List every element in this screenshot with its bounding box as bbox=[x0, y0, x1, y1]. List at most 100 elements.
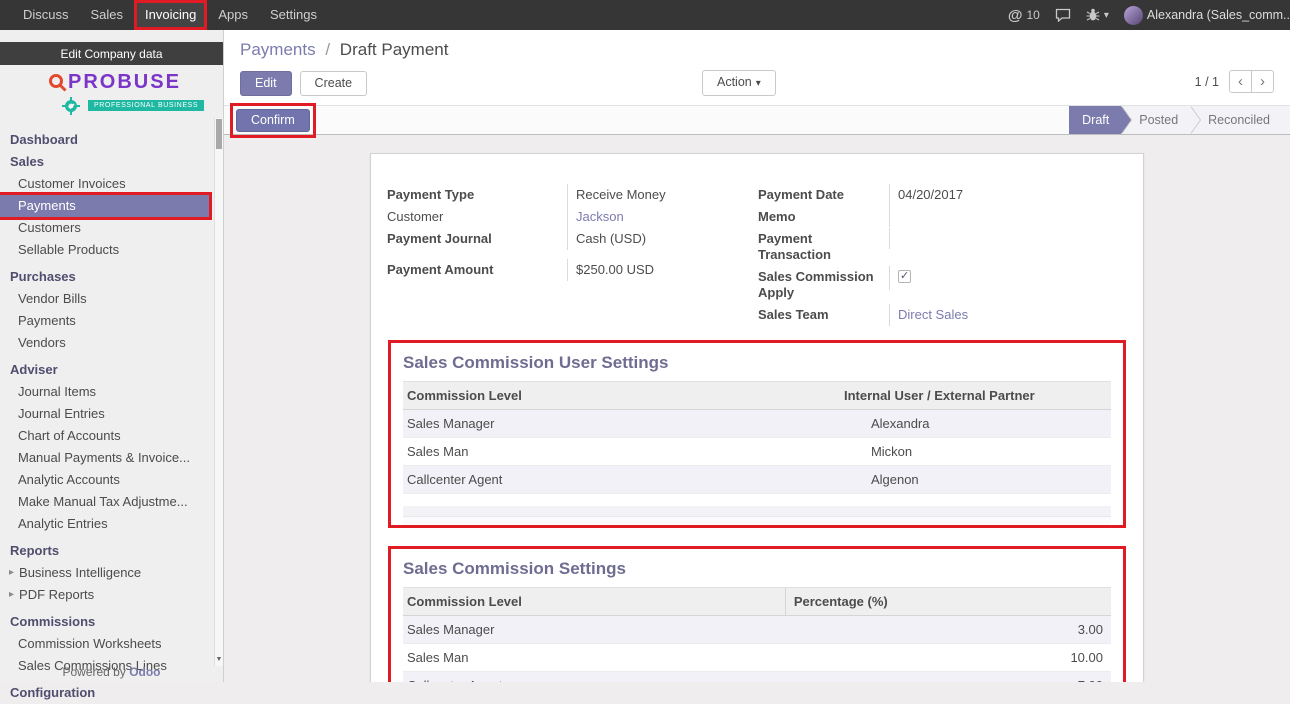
menu-sales[interactable]: Sales bbox=[80, 0, 135, 30]
sidebar-header-purchases[interactable]: Purchases bbox=[0, 266, 209, 288]
sidebar-item-business-intelligence[interactable]: ▸ Business Intelligence bbox=[0, 562, 209, 584]
user-name: Alexandra (Sales_comm.. bbox=[1147, 8, 1290, 22]
field-value-payment-transaction bbox=[889, 228, 1127, 249]
sidebar-item-chart-of-accounts[interactable]: Chart of Accounts bbox=[0, 425, 209, 447]
sales-commission-apply-checkbox[interactable]: ✓ bbox=[898, 270, 911, 283]
create-button[interactable]: Create bbox=[300, 71, 368, 96]
user-menu[interactable]: Alexandra (Sales_comm.. bbox=[1124, 6, 1290, 25]
sidebar-item-dashboard[interactable]: Dashboard bbox=[0, 129, 209, 151]
field-value-payment-journal: Cash (USD) bbox=[567, 228, 742, 250]
field-label-memo: Memo bbox=[758, 206, 889, 228]
pager-next-button[interactable]: › bbox=[1251, 70, 1274, 93]
edit-button[interactable]: Edit bbox=[240, 71, 292, 96]
column-header-internal-user[interactable]: Internal User / External Partner bbox=[842, 382, 1111, 410]
customer-link[interactable]: Jackson bbox=[576, 209, 624, 224]
menu-invoicing[interactable]: Invoicing bbox=[134, 0, 207, 30]
sidebar-item-journal-entries[interactable]: Journal Entries bbox=[0, 403, 209, 425]
table-row[interactable]: Sales Manager Alexandra bbox=[403, 410, 1111, 438]
sales-team-link[interactable]: Direct Sales bbox=[898, 307, 968, 322]
pager-previous-button[interactable]: ‹ bbox=[1229, 70, 1252, 93]
activity-count: 10 bbox=[1026, 8, 1039, 22]
field-label-payment-amount: Payment Amount bbox=[387, 259, 567, 281]
odoo-link[interactable]: Odoo bbox=[129, 665, 160, 679]
edit-company-data-button[interactable]: Edit Company data bbox=[0, 42, 223, 65]
sidebar-header-configuration[interactable]: Configuration bbox=[0, 682, 209, 704]
table-row[interactable]: Callcenter Agent 7.00 bbox=[403, 672, 1111, 683]
sidebar-item-pdf-reports[interactable]: ▸ PDF Reports bbox=[0, 584, 209, 606]
control-panel: Payments / Draft Payment Edit Create Act… bbox=[224, 30, 1290, 105]
field-value-payment-type: Receive Money bbox=[567, 184, 742, 206]
sidebar-header-reports[interactable]: Reports bbox=[0, 540, 209, 562]
sidebar-item-purchases-payments[interactable]: Payments bbox=[0, 310, 209, 332]
sidebar-header-sales[interactable]: Sales bbox=[0, 151, 209, 173]
field-value-memo bbox=[889, 206, 1127, 227]
sidebar-item-payments[interactable]: Payments bbox=[0, 195, 209, 217]
field-label-sales-commission-apply: Sales Commission Apply bbox=[758, 266, 889, 304]
sidebar-item-analytic-accounts[interactable]: Analytic Accounts bbox=[0, 469, 209, 491]
column-header-commission-level[interactable]: Commission Level bbox=[403, 588, 785, 616]
main-content: Payments / Draft Payment Edit Create Act… bbox=[224, 30, 1290, 682]
menu-settings[interactable]: Settings bbox=[259, 0, 328, 30]
sidebar-item-manual-payments[interactable]: Manual Payments & Invoice... bbox=[0, 447, 209, 469]
payment-form: Payment Type Receive Money Customer Jack… bbox=[387, 184, 1127, 326]
column-header-commission-level[interactable]: Commission Level bbox=[403, 382, 842, 410]
menu-discuss[interactable]: Discuss bbox=[12, 0, 80, 30]
form-statusbar: Confirm Draft Posted Reconciled bbox=[224, 105, 1290, 135]
commission-settings-table: Commission Level Percentage (%) Sales Ma… bbox=[403, 587, 1111, 682]
status-step-reconciled[interactable]: Reconciled bbox=[1190, 106, 1290, 134]
sidebar-item-vendors[interactable]: Vendors bbox=[0, 332, 209, 354]
sidebar-item-customers[interactable]: Customers bbox=[0, 217, 209, 239]
cell-percentage: 10.00 bbox=[785, 644, 1111, 672]
activities-button[interactable]: @ 10 bbox=[1008, 7, 1040, 24]
field-value-payment-amount: $250.00 USD bbox=[567, 259, 742, 281]
sidebar-header-adviser[interactable]: Adviser bbox=[0, 359, 209, 381]
sidebar-item-tax-adjustments[interactable]: Make Manual Tax Adjustme... bbox=[0, 491, 209, 513]
activities-icon: @ bbox=[1008, 7, 1023, 24]
cell-commission-level: Sales Manager bbox=[403, 410, 842, 438]
checkmark-icon: ✓ bbox=[900, 268, 909, 284]
magnifier-icon bbox=[48, 73, 68, 93]
field-label-sales-team: Sales Team bbox=[758, 304, 889, 326]
sidebar-item-analytic-entries[interactable]: Analytic Entries bbox=[0, 513, 209, 535]
action-dropdown-button[interactable]: Action ▾ bbox=[702, 70, 776, 96]
company-logo[interactable]: PROBUSE PROFESSIONAL BUSINESS bbox=[0, 69, 223, 121]
column-header-percentage[interactable]: Percentage (%) bbox=[785, 588, 1111, 616]
powered-by-text: Powered by bbox=[62, 665, 125, 679]
scrollbar-thumb[interactable] bbox=[216, 119, 222, 149]
field-label-customer: Customer bbox=[387, 206, 567, 228]
sidebar-header-commissions[interactable]: Commissions bbox=[0, 611, 209, 633]
sidebar-item-label: Business Intelligence bbox=[19, 565, 141, 580]
caret-down-icon: ▾ bbox=[756, 78, 761, 89]
confirm-button[interactable]: Confirm bbox=[236, 109, 310, 132]
bug-icon bbox=[1086, 8, 1100, 22]
sidebar-item-journal-items[interactable]: Journal Items bbox=[0, 381, 209, 403]
table-row[interactable]: Callcenter Agent Algenon bbox=[403, 466, 1111, 494]
table-row[interactable]: Sales Man Mickon bbox=[403, 438, 1111, 466]
table-row[interactable]: Sales Manager 3.00 bbox=[403, 616, 1111, 644]
sidebar-scrollbar[interactable]: ▼ bbox=[214, 118, 223, 666]
pager-value: 1 / 1 bbox=[1195, 75, 1219, 89]
cell-user: Algenon bbox=[842, 466, 1111, 494]
menu-apps[interactable]: Apps bbox=[207, 0, 259, 30]
chat-icon bbox=[1055, 8, 1071, 22]
field-label-payment-type: Payment Type bbox=[387, 184, 567, 206]
sidebar-item-customer-invoices[interactable]: Customer Invoices bbox=[0, 173, 209, 195]
sidebar-item-vendor-bills[interactable]: Vendor Bills bbox=[0, 288, 209, 310]
field-label-payment-date: Payment Date bbox=[758, 184, 889, 206]
debug-menu-button[interactable]: ▾ bbox=[1086, 8, 1109, 22]
messages-button[interactable] bbox=[1055, 8, 1071, 22]
expand-caret-icon: ▸ bbox=[9, 589, 14, 600]
cell-percentage: 3.00 bbox=[785, 616, 1111, 644]
topbar-systray: @ 10 ▾ Alexandra (Sales_comm.. bbox=[1008, 0, 1290, 30]
breadcrumb: Payments / Draft Payment bbox=[240, 40, 1274, 60]
cell-commission-level: Callcenter Agent bbox=[403, 672, 785, 683]
scroll-down-icon[interactable]: ▼ bbox=[215, 654, 223, 666]
sidebar-item-sellable-products[interactable]: Sellable Products bbox=[0, 239, 209, 261]
breadcrumb-separator: / bbox=[325, 40, 330, 59]
breadcrumb-payments[interactable]: Payments bbox=[240, 40, 316, 59]
action-label: Action bbox=[717, 75, 752, 89]
status-step-draft[interactable]: Draft bbox=[1069, 106, 1121, 134]
table-row[interactable]: Sales Man 10.00 bbox=[403, 644, 1111, 672]
powered-by: Powered by Odoo bbox=[0, 665, 223, 679]
sidebar-item-commission-worksheets[interactable]: Commission Worksheets bbox=[0, 633, 209, 655]
